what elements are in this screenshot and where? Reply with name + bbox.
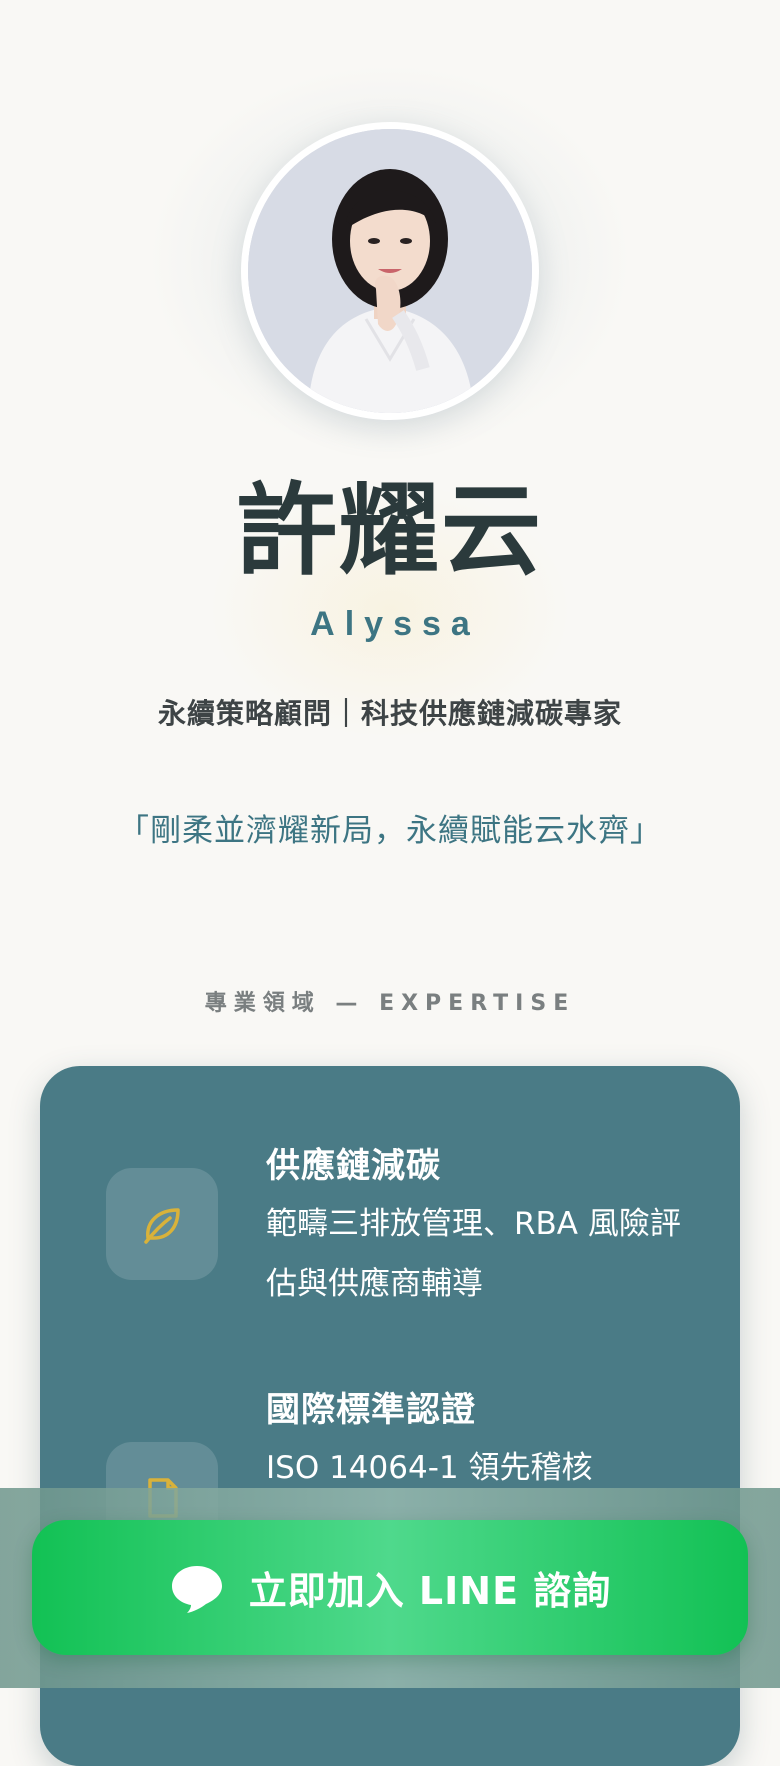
expertise-item-description: 範疇三排放管理、RBA 風險評估與供應商輔導	[266, 1206, 681, 1302]
expertise-section-label: 專業領域 — EXPERTISE	[204, 991, 576, 1016]
avatar-portrait-image	[248, 129, 532, 413]
avatar	[248, 129, 532, 413]
profile-title: 永續策略顧問｜科技供應鏈減碳專家	[157, 697, 622, 730]
profile-name: 許耀云	[237, 471, 543, 589]
leaf-icon	[106, 1168, 218, 1280]
expertise-item-title: 供應鏈減碳	[266, 1146, 441, 1186]
line-consult-button-content[interactable]: 立即加入 LINE 諮詢	[32, 1520, 748, 1655]
profile-slogan: 「剛柔並濟耀新局，永續賦能云水齊」	[118, 813, 662, 849]
profile-english-name: Alyssa	[310, 605, 480, 643]
line-consult-button[interactable]: 立即加入 LINE 諮詢	[32, 1520, 748, 1655]
avatar-frame	[241, 122, 539, 420]
expertise-item-title: 國際標準認證	[266, 1390, 476, 1430]
line-consult-label: 立即加入 LINE 諮詢	[248, 1569, 612, 1613]
line-chat-icon	[171, 1565, 222, 1613]
